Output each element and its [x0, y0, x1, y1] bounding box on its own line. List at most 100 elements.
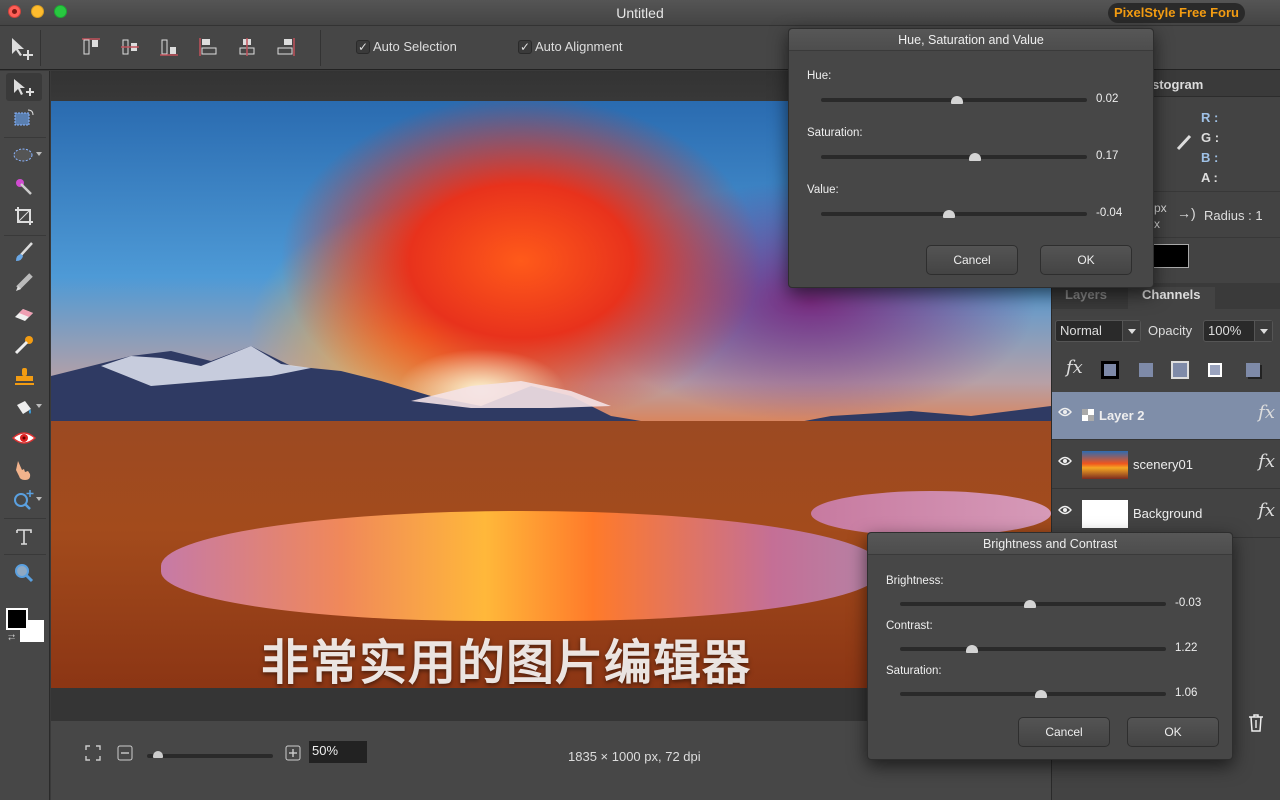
- ok-button[interactable]: OK: [1040, 245, 1132, 275]
- radius-readout: Radius : 1: [1204, 208, 1263, 223]
- paint-bucket-tool[interactable]: [6, 393, 42, 421]
- inner-glow-style-icon[interactable]: [1208, 363, 1222, 377]
- tool-divider: [4, 518, 46, 519]
- auto-selection-checkbox[interactable]: ✓ Auto Selection: [356, 39, 457, 54]
- contrast-slider[interactable]: [900, 645, 1166, 653]
- zoom-tool[interactable]: [6, 559, 42, 587]
- trash-icon[interactable]: [1248, 714, 1264, 732]
- brush-tool[interactable]: [6, 238, 42, 266]
- contrast-label: Contrast:: [886, 620, 933, 632]
- slider-knob[interactable]: [969, 153, 982, 161]
- cancel-button[interactable]: Cancel: [926, 245, 1018, 275]
- magic-wand-icon: [16, 179, 32, 195]
- opacity-select[interactable]: 100%: [1203, 320, 1273, 342]
- eye-icon[interactable]: [1058, 505, 1072, 515]
- slider-knob[interactable]: [1034, 690, 1047, 698]
- magnifier-icon: [15, 564, 34, 583]
- fit-screen-icon[interactable]: [85, 745, 101, 761]
- arrow-right-icon: →): [1177, 205, 1196, 221]
- red-channel-label: R :: [1201, 110, 1219, 125]
- color-swatches: ⮂: [6, 608, 46, 644]
- align-left-icon[interactable]: [197, 36, 219, 58]
- ellipse-select-tool[interactable]: [6, 141, 42, 169]
- slider-knob[interactable]: [1024, 600, 1037, 608]
- brightness-label: Brightness:: [886, 575, 944, 587]
- tool-divider: [4, 235, 46, 236]
- layer-row[interactable]: Layer 2 fx: [1052, 392, 1280, 440]
- value-slider[interactable]: [821, 210, 1087, 218]
- zoom-in-icon[interactable]: [285, 745, 301, 761]
- tab-layers[interactable]: Layers: [1065, 287, 1107, 302]
- slider-knob[interactable]: [965, 645, 978, 653]
- layer-fx-icon[interactable]: fx: [1258, 500, 1275, 521]
- canvas-caption-text: 非常实用的图片编辑器: [261, 635, 752, 688]
- layer-thumbnail: [1082, 409, 1094, 421]
- smudge-tool[interactable]: [6, 455, 42, 483]
- zoom-add-tool[interactable]: [6, 486, 42, 514]
- zoom-slider-knob[interactable]: [153, 751, 164, 758]
- zoom-out-icon[interactable]: [117, 745, 133, 761]
- stamp-tool[interactable]: [6, 362, 42, 390]
- red-eye-tool[interactable]: [6, 424, 42, 452]
- tool-divider: [4, 137, 46, 138]
- zoom-slider[interactable]: [147, 751, 273, 758]
- align-right-icon[interactable]: [275, 36, 297, 58]
- zoom-level-field[interactable]: 50%: [309, 741, 367, 763]
- transform-icon: [14, 109, 34, 126]
- foreground-color-swatch[interactable]: [6, 608, 28, 630]
- eraser-tool[interactable]: [6, 300, 42, 328]
- auto-alignment-checkbox[interactable]: ✓ Auto Alignment: [518, 39, 622, 54]
- cancel-button[interactable]: Cancel: [1018, 717, 1110, 747]
- crop-tool[interactable]: [6, 202, 42, 230]
- auto-alignment-label: Auto Alignment: [535, 39, 623, 54]
- layer-fx-icon[interactable]: fx: [1258, 402, 1275, 423]
- eye-icon[interactable]: [1058, 456, 1072, 466]
- layer-thumbnail: [1082, 500, 1128, 528]
- move-tool[interactable]: [6, 73, 42, 101]
- bevel-style-icon[interactable]: [1246, 363, 1260, 377]
- dialog-title: Brightness and Contrast: [868, 533, 1232, 555]
- pencil-tool[interactable]: [6, 269, 42, 297]
- brush-icon: [16, 242, 33, 261]
- slider-knob[interactable]: [942, 210, 955, 218]
- layer-row[interactable]: scenery01 fx: [1052, 441, 1280, 489]
- saturation-slider[interactable]: [900, 690, 1166, 698]
- align-vertical-center-icon[interactable]: [119, 36, 141, 58]
- outer-glow-style-icon[interactable]: [1171, 361, 1189, 379]
- hue-slider[interactable]: [821, 96, 1087, 104]
- saturation-slider[interactable]: [821, 153, 1087, 161]
- slider-knob[interactable]: [950, 96, 963, 104]
- chevron-down-icon: [36, 497, 42, 501]
- chevron-down-icon: [36, 152, 42, 156]
- align-bottom-icon[interactable]: [158, 36, 180, 58]
- promo-badge[interactable]: PixelStyle Free Foru: [1108, 3, 1245, 23]
- tab-channels[interactable]: Channels: [1128, 287, 1215, 309]
- fx-icon[interactable]: fx: [1066, 357, 1083, 378]
- chevron-down-icon: [1122, 321, 1140, 341]
- drop-shadow-style-icon[interactable]: [1101, 361, 1119, 379]
- green-channel-label: G :: [1201, 130, 1220, 145]
- px-label: px: [1154, 201, 1167, 215]
- swap-colors-icon[interactable]: ⮂: [8, 632, 15, 643]
- brightness-slider[interactable]: [900, 600, 1166, 608]
- blend-mode-select[interactable]: Normal: [1055, 320, 1141, 342]
- align-horizontal-center-icon[interactable]: [236, 36, 258, 58]
- transform-tool[interactable]: [6, 104, 42, 132]
- eye-icon[interactable]: [1058, 407, 1072, 417]
- document-info: 1835 × 1000 px, 72 dpi: [568, 749, 701, 764]
- eyedropper-tool[interactable]: [6, 331, 42, 359]
- toolbar-divider: [320, 30, 321, 66]
- eyedropper-icon[interactable]: [1174, 133, 1194, 153]
- chevron-down-icon: [36, 404, 42, 408]
- check-icon: ✓: [518, 39, 532, 54]
- magic-wand-tool[interactable]: [6, 172, 42, 200]
- align-top-icon[interactable]: [80, 36, 102, 58]
- layer-fx-icon[interactable]: fx: [1258, 451, 1275, 472]
- inner-shadow-style-icon[interactable]: [1139, 363, 1153, 377]
- chevron-down-icon: [1254, 321, 1272, 341]
- move-add-icon[interactable]: [8, 34, 38, 62]
- text-tool[interactable]: [6, 523, 42, 551]
- ok-button[interactable]: OK: [1127, 717, 1219, 747]
- pixelstyle-app: Untitled PixelStyle Free Foru ✓ Auto Sel…: [0, 0, 1280, 800]
- layer-row[interactable]: Background fx: [1052, 490, 1280, 538]
